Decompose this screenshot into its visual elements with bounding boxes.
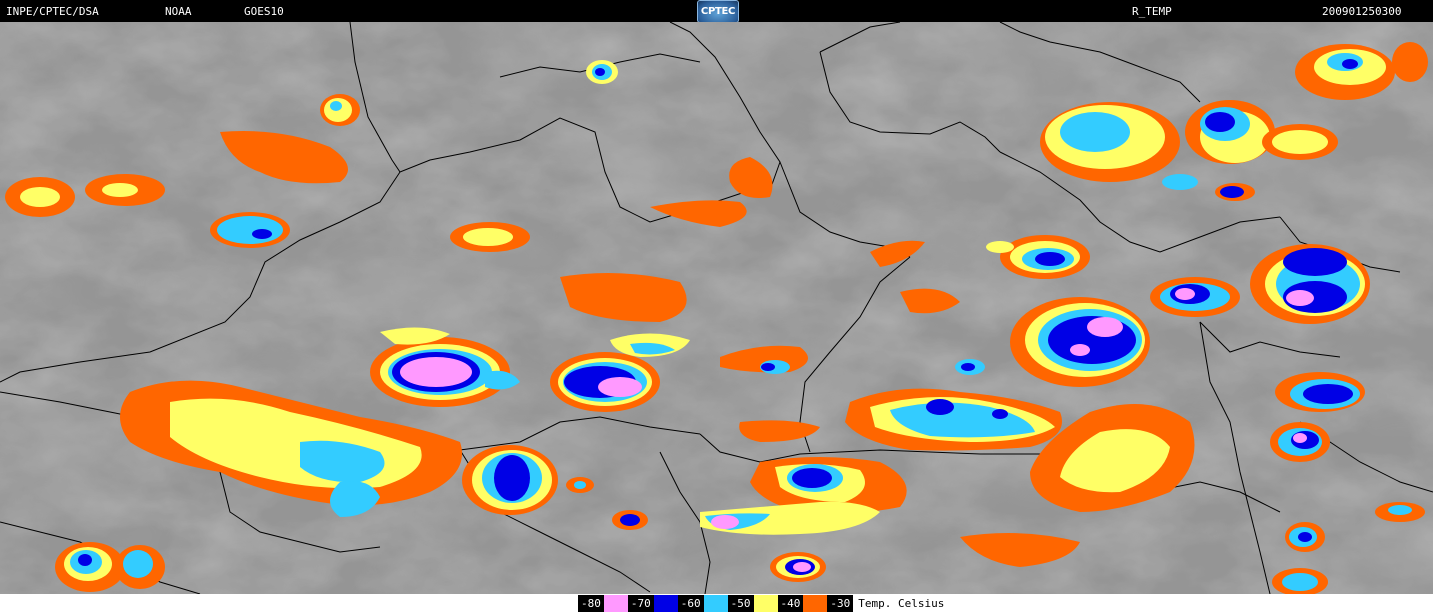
legend-label-70: -70 (627, 595, 654, 612)
legend-swatch-60 (703, 595, 728, 612)
product-label: R_TEMP (1132, 5, 1172, 18)
agency-label: NOAA (165, 5, 192, 18)
infrared-map (0, 22, 1433, 594)
institute-label: INPE/CPTEC/DSA (6, 5, 99, 18)
legend-swatch-50 (753, 595, 778, 612)
legend-label-50: -50 (727, 595, 754, 612)
cptec-logo: CPTEC (697, 0, 739, 23)
temperature-legend: -80 -70 -60 -50 -40 -30 Temp. Celsius (578, 595, 944, 612)
legend-swatch-70 (653, 595, 678, 612)
legend-swatch-80 (603, 595, 628, 612)
legend-label-40: -40 (777, 595, 804, 612)
legend-label-30: -30 (827, 595, 854, 612)
cell-south-center (462, 445, 558, 515)
legend-caption: Temp. Celsius (858, 597, 945, 610)
timestamp-label: 200901250300 (1322, 5, 1402, 18)
legend-label-60: -60 (677, 595, 704, 612)
satellite-image-frame: INPE/CPTEC/DSA NOAA GOES10 CPTEC R_TEMP … (0, 0, 1433, 614)
legend-swatch-40 (803, 595, 828, 612)
satellite-label: GOES10 (244, 5, 284, 18)
header-bar: INPE/CPTEC/DSA NOAA GOES10 CPTEC R_TEMP … (0, 0, 1433, 23)
legend-label-80: -80 (578, 595, 604, 612)
